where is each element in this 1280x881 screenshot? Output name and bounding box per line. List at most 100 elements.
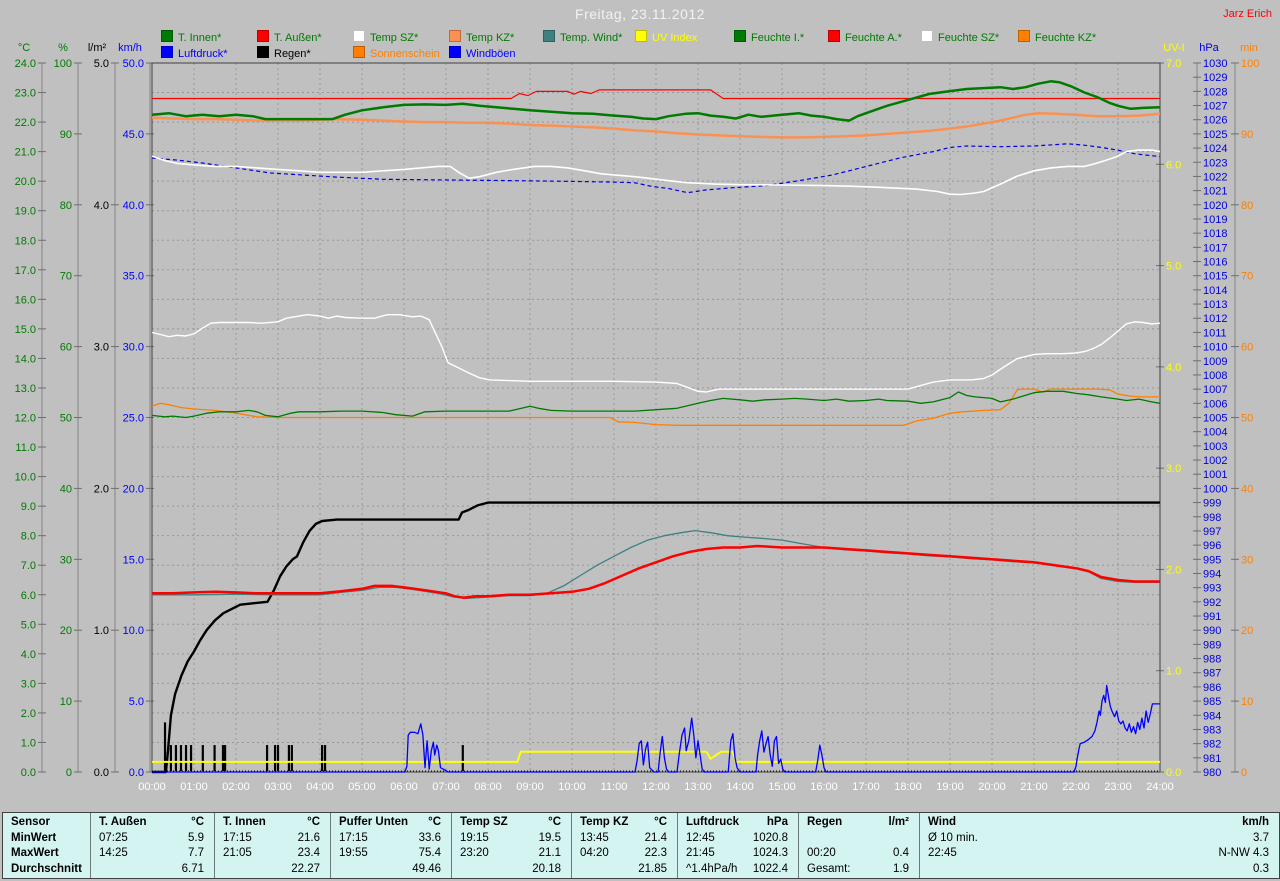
axis-tick-label: 40: [60, 483, 72, 495]
axis-tick-label: 1025: [1203, 129, 1227, 141]
axis-tick-label: 50: [60, 413, 72, 425]
stats-cell: 12:45 1020.8: [686, 831, 788, 844]
axis-tick-label: 1029: [1203, 72, 1227, 84]
stats-col-t-innen: T. Innen °C 17:15 21.6 21:05 23.4 22.27: [215, 813, 331, 878]
axis-tick-label: 982: [1203, 739, 1221, 751]
stats-cell: 49.46: [412, 862, 441, 875]
axis-tick-label: 983: [1203, 724, 1221, 736]
axis-tick-label: 100: [1241, 58, 1259, 70]
axis-tick-label: 10: [1241, 696, 1253, 708]
axis-unit-min: min: [1240, 42, 1258, 54]
axis-tick-label: 40: [1241, 483, 1253, 495]
x-tick-label: 06:00: [390, 781, 418, 793]
axis-tick-label: 7.0: [1166, 58, 1181, 70]
series-temp_sz: [151, 149, 1161, 196]
axis-unit-l/m²: l/m²: [88, 42, 107, 54]
x-tick-label: 17:00: [852, 781, 880, 793]
stats-cell: Ø 10 min. 3.7: [928, 831, 1269, 844]
stats-cell: MaxWert: [11, 847, 59, 859]
axis-tick-label: 30: [60, 554, 72, 566]
stats-cell: Gesamt: 1.9: [807, 862, 909, 875]
axis-unit-UV-I: UV-I: [1163, 42, 1184, 54]
axis-tick-label: 1015: [1203, 271, 1227, 283]
stats-col-regen: Regen l/m² 00:20 0.4 Gesamt: 1.9: [799, 813, 920, 878]
x-tick-label: 02:00: [222, 781, 250, 793]
axis-tick-label: 9.0: [21, 501, 36, 513]
axis-tick-label: 17.0: [15, 265, 36, 277]
stats-cell: MinWert: [11, 831, 57, 844]
axis-tick-label: 100: [54, 58, 72, 70]
axis-tick-label: 0.0: [129, 767, 144, 779]
axis-tick-label: 22.0: [15, 117, 36, 129]
axis-tick-label: 1007: [1203, 384, 1227, 396]
axis-tick-label: 986: [1203, 682, 1221, 694]
stats-cell: 21.85: [638, 862, 667, 875]
axis-tick-label: 80: [60, 200, 72, 212]
axis-tick-label: 1008: [1203, 370, 1227, 382]
axis-tick-label: 980: [1203, 767, 1221, 779]
axis-tick-label: 6.0: [21, 590, 36, 602]
axis-unit-hPa: hPa: [1199, 42, 1219, 54]
stats-cell: 19:15 19.5: [460, 831, 561, 844]
axis-tick-label: 1001: [1203, 469, 1227, 481]
axis-tick-label: 1002: [1203, 455, 1227, 467]
stats-cell: 20.18: [532, 862, 561, 875]
axis-tick-label: 1027: [1203, 101, 1227, 113]
x-tick-label: 20:00: [978, 781, 1006, 793]
stats-header: Temp SZ °C: [460, 816, 561, 828]
axis-tick-label: 5.0: [129, 696, 144, 708]
axis-tick-label: 1000: [1203, 483, 1227, 495]
axis-tick-label: 10.0: [123, 625, 144, 637]
axis-tick-label: 30: [1241, 554, 1253, 566]
axis-tick-label: 998: [1203, 512, 1221, 524]
axis-tick-label: 1026: [1203, 115, 1227, 127]
axis-tick-label: 0.0: [1166, 767, 1181, 779]
axis-tick-label: 1018: [1203, 228, 1227, 240]
x-tick-label: 04:00: [306, 781, 334, 793]
axis-tick-label: 1024: [1203, 143, 1227, 155]
x-tick-label: 22:00: [1062, 781, 1090, 793]
axis-tick-label: 23.0: [15, 88, 36, 100]
x-tick-label: 16:00: [810, 781, 838, 793]
axis-tick-label: 3.0: [1166, 463, 1181, 475]
axis-tick-label: 8.0: [21, 531, 36, 543]
axis-tick-label: 3.0: [94, 342, 109, 354]
axis-tick-label: 1014: [1203, 285, 1227, 297]
axis-tick-label: 70: [60, 271, 72, 283]
axis-tick-label: 993: [1203, 583, 1221, 595]
stats-cell: 00:20 0.4: [807, 847, 909, 859]
stats-cell: 04:20 22.3: [580, 847, 667, 859]
stats-cell: 22.27: [291, 862, 320, 875]
axis-tick-label: 0.0: [21, 767, 36, 779]
stats-col-temp-sz: Temp SZ °C 19:15 19.5 23:20 21.1 20.18: [452, 813, 572, 878]
stats-cell: 6.71: [181, 862, 204, 875]
x-tick-label: 21:00: [1020, 781, 1048, 793]
x-tick-label: 10:00: [558, 781, 586, 793]
axis-tick-label: 994: [1203, 568, 1221, 580]
axis-tick-label: 1010: [1203, 342, 1227, 354]
axis-tick-label: 30.0: [123, 342, 144, 354]
axis-tick-label: 20: [60, 625, 72, 637]
x-tick-label: 09:00: [516, 781, 544, 793]
axis-tick-label: 992: [1203, 597, 1221, 609]
axis-tick-label: 1.0: [94, 625, 109, 637]
stats-header: Luftdruck hPa: [686, 816, 788, 828]
axis-tick-label: 10.0: [15, 472, 36, 484]
axis-tick-label: 997: [1203, 526, 1221, 538]
axis-tick-label: 981: [1203, 753, 1221, 765]
axis-tick-label: 90: [60, 129, 72, 141]
stats-cell: [799, 831, 919, 847]
stats-header: Sensor: [11, 816, 50, 828]
axis-tick-label: 1020: [1203, 200, 1227, 212]
x-tick-label: 07:00: [432, 781, 460, 793]
stats-header: Wind km/h: [928, 816, 1269, 828]
axis-tick-label: 1012: [1203, 313, 1227, 325]
x-tick-label: 03:00: [264, 781, 292, 793]
axis-tick-label: 3.0: [21, 678, 36, 690]
axis-tick-label: 60: [1241, 342, 1253, 354]
axis-tick-label: 1.0: [1166, 666, 1181, 678]
stats-col-wind: Wind km/h Ø 10 min. 3.7 22:45 N-NW 4.3 0.3: [920, 813, 1279, 878]
stats-cell: 13:45 21.4: [580, 831, 667, 844]
axis-tick-label: 45.0: [123, 129, 144, 141]
stats-cell: Durchschnitt: [11, 862, 82, 875]
